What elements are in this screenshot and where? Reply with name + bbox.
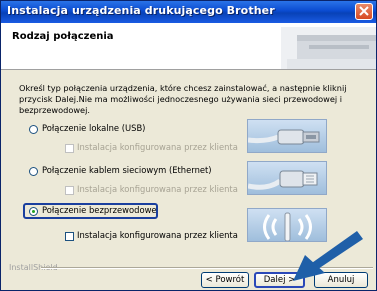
back-button[interactable]: < Powrót — [201, 272, 249, 288]
label-ethernet-custom: Instalacja konfigurowana przez klienta — [77, 184, 238, 194]
close-icon — [359, 6, 369, 16]
close-button[interactable] — [355, 3, 373, 20]
label-wireless[interactable]: Połączenie bezprzewodowe — [42, 205, 157, 215]
page-title: Rodzaj połączenia — [12, 31, 114, 42]
wireless-image — [247, 208, 327, 242]
header-printer-art — [281, 27, 376, 69]
footer-divider — [41, 267, 373, 269]
usb-image — [247, 119, 327, 153]
ethernet-image — [247, 161, 327, 195]
label-ethernet[interactable]: Połączenie kablem sieciowym (Ethernet) — [42, 165, 212, 175]
radio-usb[interactable] — [29, 125, 38, 134]
window-title: Instalacja urządzenia drukującego Brothe… — [7, 4, 275, 17]
header-panel: Rodzaj połączenia — [1, 23, 376, 70]
ethernet-cable-icon — [248, 170, 318, 190]
wireless-signal-icon — [263, 212, 312, 241]
instructions-text: Określ typ połączenia urządzenia, które … — [19, 83, 347, 115]
label-usb[interactable]: Połączenie lokalne (USB) — [42, 123, 145, 133]
label-wireless-custom[interactable]: Instalacja konfigurowana przez klienta — [77, 230, 238, 240]
radio-ethernet[interactable] — [29, 167, 38, 176]
checkbox-usb-custom[interactable] — [65, 144, 74, 153]
installer-window: Instalacja urządzenia drukującego Brothe… — [0, 0, 377, 291]
cancel-button[interactable]: Anuluj — [314, 272, 368, 288]
usb-cable-icon — [248, 129, 320, 145]
checkbox-wireless-custom[interactable] — [65, 232, 74, 241]
title-bar[interactable]: Instalacja urządzenia drukującego Brothe… — [1, 1, 376, 23]
label-usb-custom: Instalacja konfigurowana przez klienta — [77, 142, 238, 152]
checkbox-ethernet-custom[interactable] — [65, 186, 74, 195]
next-button[interactable]: Dalej > — [254, 272, 305, 288]
radio-wireless[interactable] — [29, 207, 38, 216]
